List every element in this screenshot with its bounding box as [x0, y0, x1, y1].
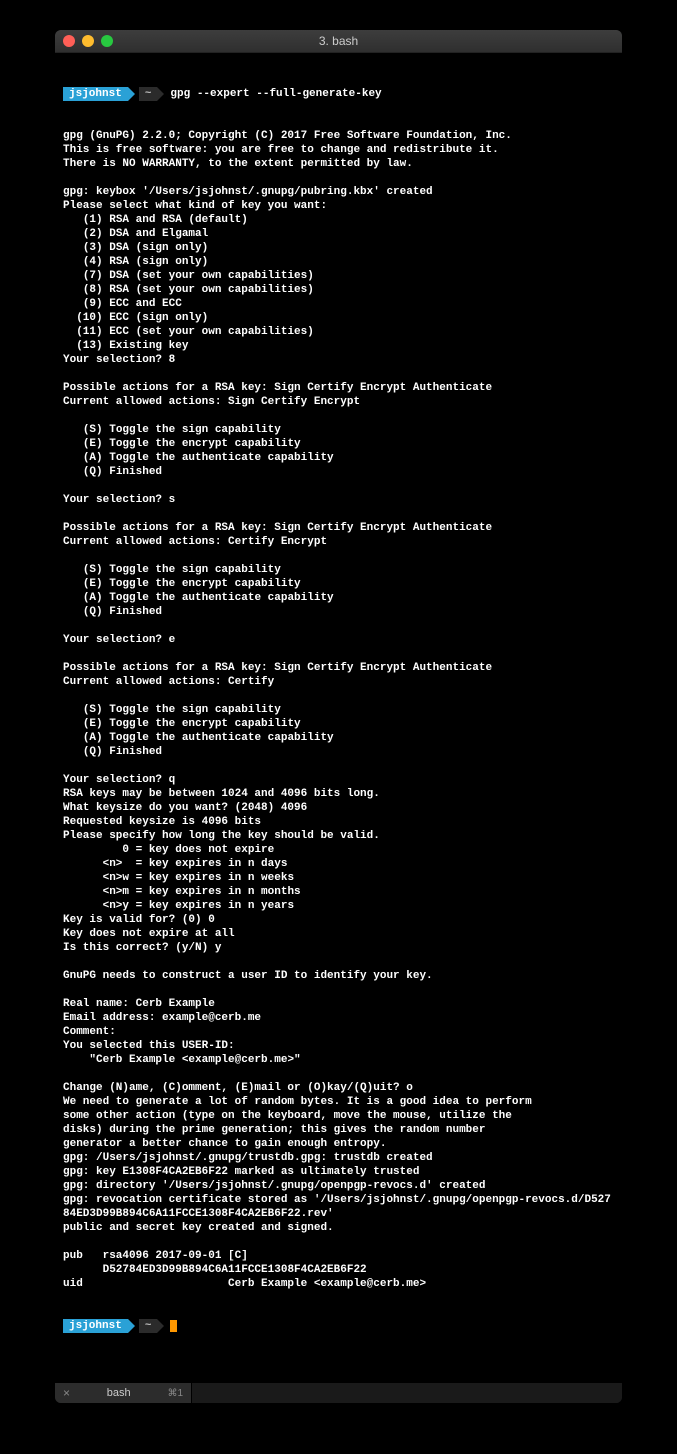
- zoom-icon[interactable]: [101, 35, 113, 47]
- prompt-arrow-icon: [128, 1319, 135, 1333]
- tab-label: bash: [84, 1387, 153, 1399]
- prompt-arrow-icon: [128, 87, 135, 101]
- prompt-user: jsjohnst: [63, 87, 128, 101]
- prompt-path-arrow-icon: [157, 87, 164, 101]
- prompt-user: jsjohnst: [63, 1319, 128, 1333]
- prompt-path-arrow-icon: [157, 1319, 164, 1333]
- traffic-lights: [63, 35, 113, 47]
- terminal-output: gpg (GnuPG) 2.2.0; Copyright (C) 2017 Fr…: [63, 129, 614, 1291]
- tab-shortcut: ⌘1: [167, 1388, 183, 1399]
- titlebar[interactable]: 3. bash: [55, 30, 622, 53]
- window-title: 3. bash: [55, 34, 622, 48]
- prompt-line: jsjohnst ~ gpg --expert --full-generate-…: [63, 87, 614, 101]
- close-icon[interactable]: [63, 35, 75, 47]
- prompt-path: ~: [139, 87, 158, 101]
- cursor: [170, 1320, 177, 1332]
- tab-close-icon[interactable]: ×: [63, 1386, 70, 1400]
- tab-bash[interactable]: × bash ⌘1: [55, 1383, 192, 1403]
- prompt-line-2: jsjohnst ~: [63, 1319, 614, 1333]
- minimize-icon[interactable]: [82, 35, 94, 47]
- command-text: gpg --expert --full-generate-key: [170, 87, 381, 101]
- terminal-content[interactable]: jsjohnst ~ gpg --expert --full-generate-…: [55, 53, 622, 1383]
- prompt-path: ~: [139, 1319, 158, 1333]
- terminal-window: 3. bash jsjohnst ~ gpg --expert --full-g…: [55, 30, 622, 1403]
- tab-bar: × bash ⌘1: [55, 1383, 622, 1403]
